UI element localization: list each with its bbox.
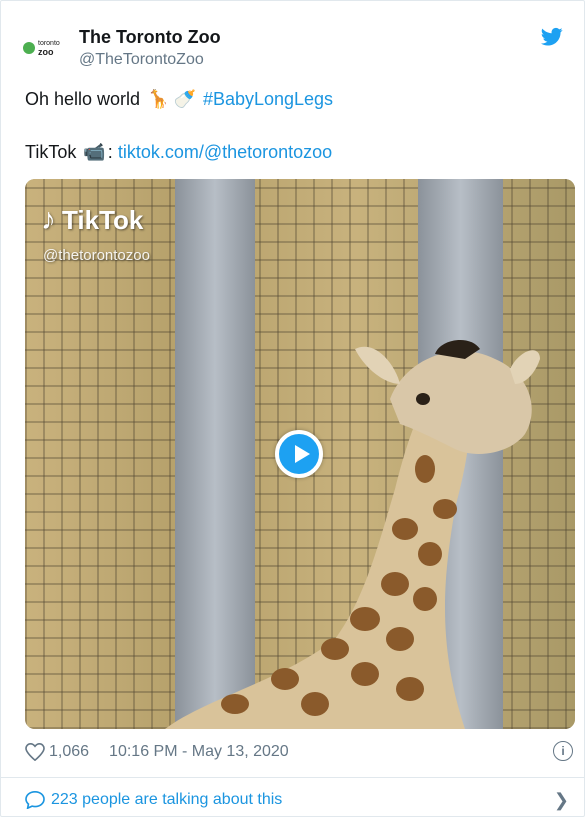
tiktok-watermark: ♪ TikTok	[41, 203, 143, 237]
talking-text[interactable]: 223 people are talking about this	[51, 791, 282, 809]
video-player[interactable]: ♪ TikTok @thetorontozoo	[25, 179, 575, 729]
tiktok-link[interactable]: tiktok.com/@thetorontozoo	[118, 142, 332, 162]
giraffe-image	[165, 339, 540, 729]
avatar[interactable]: toronto zoo	[23, 35, 69, 61]
tiktok-username: @thetorontozoo	[43, 247, 150, 264]
tweet-text: Oh hello world	[25, 89, 141, 109]
baby-bottle-emoji-icon: 🍼	[173, 89, 196, 109]
tiktok-label: TikTok	[25, 142, 77, 162]
comment-bubble-icon	[25, 791, 45, 809]
author-name[interactable]: The Toronto Zoo	[79, 27, 221, 48]
talking-link[interactable]: 223 people are talking about this ❯	[25, 789, 575, 811]
twitter-bird-icon[interactable]	[541, 27, 563, 47]
zoo-logo-text: toronto zoo	[38, 40, 60, 57]
tiktok-note-icon: ♪	[41, 203, 56, 236]
author-handle[interactable]: @TheTorontoZoo	[79, 51, 204, 69]
play-icon[interactable]	[275, 430, 323, 478]
tweet-meta: 1,066 10:16 PM - May 13, 2020 i	[25, 741, 575, 763]
tweet-header: toronto zoo The Toronto Zoo @TheTorontoZ…	[23, 27, 563, 77]
colon: :	[107, 142, 113, 162]
tweet-text-line2: TikTok 📹: tiktok.com/@thetorontozoo	[25, 142, 332, 163]
heart-icon[interactable]	[25, 743, 45, 761]
giraffe-emoji-icon: 🦒	[147, 89, 170, 109]
tweet-text-line1: Oh hello world 🦒 🍼 #BabyLongLegs	[25, 89, 333, 110]
divider	[1, 777, 584, 778]
zoo-logo-icon	[23, 42, 35, 54]
chevron-right-icon[interactable]: ❯	[554, 790, 569, 811]
tiktok-brand: TikTok	[62, 204, 144, 235]
like-count[interactable]: 1,066	[49, 743, 89, 761]
tweet-timestamp[interactable]: 10:16 PM - May 13, 2020	[109, 743, 289, 761]
tweet-card: toronto zoo The Toronto Zoo @TheTorontoZ…	[0, 0, 585, 817]
video-camera-emoji-icon: 📹	[83, 142, 106, 162]
hashtag-link[interactable]: #BabyLongLegs	[203, 89, 333, 109]
info-icon[interactable]: i	[553, 741, 573, 761]
